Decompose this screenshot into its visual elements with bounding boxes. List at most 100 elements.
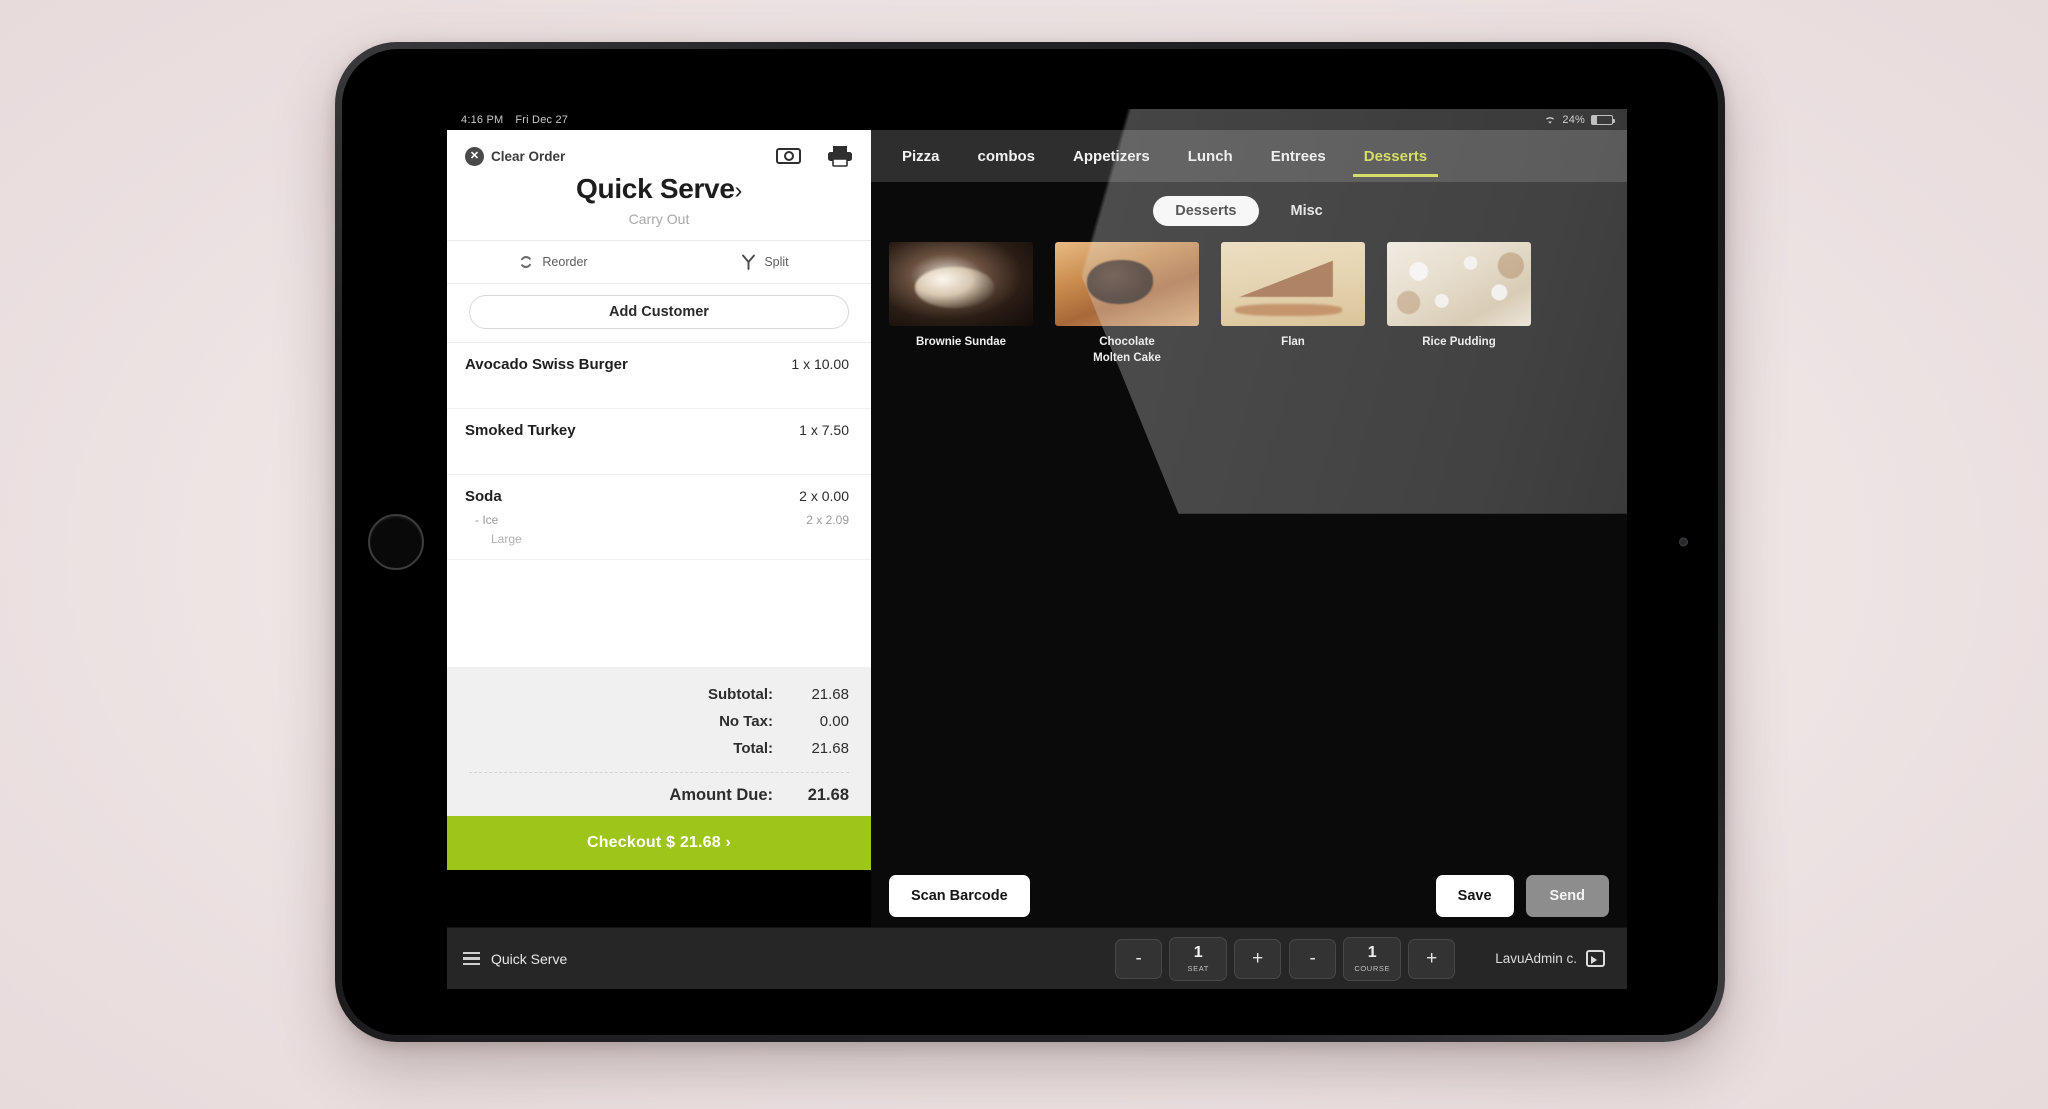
total-value: 21.68: [811, 686, 849, 703]
store-title-text: Quick Serve: [576, 173, 735, 204]
total-value: 21.68: [811, 740, 849, 757]
product-grid: Brownie Sundae Chocolate Molten Cake Flan…: [871, 236, 1627, 366]
amount-due-row: Amount Due: 21.68: [469, 781, 849, 810]
item-modifier: - Ice 2 x 2.09: [465, 513, 849, 527]
total-label: Subtotal:: [708, 686, 773, 703]
save-button[interactable]: Save: [1435, 875, 1514, 917]
amount-due-label: Amount Due:: [669, 786, 773, 804]
product-tile[interactable]: Brownie Sundae: [889, 242, 1033, 366]
clear-order-button[interactable]: ✕ Clear Order: [465, 146, 566, 166]
seat-value[interactable]: 1 SEAT: [1169, 936, 1228, 981]
course-unit: COURSE: [1354, 963, 1391, 973]
subcategory-pills: Desserts Misc: [871, 182, 1627, 236]
product-image: [1387, 242, 1531, 326]
total-label: Total:: [733, 740, 773, 757]
product-name: Flan: [1281, 336, 1305, 348]
item-modifier: Large: [491, 532, 522, 546]
product-image: [1055, 242, 1199, 326]
status-date: Fri Dec 27: [515, 113, 569, 126]
scan-barcode-button[interactable]: Scan Barcode: [889, 875, 1030, 917]
status-time: 4:16 PM: [461, 113, 504, 126]
tablet-bezel: 4:16 PM Fri Dec 27 24% ✕ Clear Order Qui…: [342, 49, 1718, 1035]
item-price: 1 x 10.00: [791, 356, 849, 372]
add-customer-button[interactable]: Add Customer: [469, 295, 849, 329]
checkout-button[interactable]: Checkout $ 21.68 ›: [447, 816, 871, 870]
order-item-row[interactable]: Avocado Swiss Burger 1 x 10.00: [447, 343, 871, 409]
seat-stepper: - 1 SEAT +: [1115, 936, 1282, 981]
seat-unit: SEAT: [1187, 963, 1209, 973]
page-title[interactable]: Quick Serve›: [465, 173, 853, 205]
category-tabs: Pizza combos Appetizers Lunch Entrees De…: [871, 130, 1627, 182]
tab-pizza[interactable]: Pizza: [883, 130, 959, 182]
course-number: 1: [1367, 943, 1377, 961]
order-actions-row: Reorder Split: [447, 240, 871, 284]
seat-decrement-button[interactable]: -: [1115, 938, 1163, 979]
order-type-label: Carry Out: [628, 211, 690, 227]
tablet-screen: 4:16 PM Fri Dec 27 24% ✕ Clear Order Qui…: [447, 109, 1627, 989]
front-camera: [1679, 537, 1688, 547]
split-label: Split: [764, 255, 789, 269]
product-name: Chocolate Molten Cake: [1093, 336, 1161, 364]
hamburger-menu-icon[interactable]: [463, 951, 480, 966]
cash-bill-icon[interactable]: [776, 148, 801, 164]
modifier-price: 2 x 2.09: [806, 513, 849, 527]
tab-lunch[interactable]: Lunch: [1169, 130, 1252, 182]
subcategory-misc[interactable]: Misc: [1269, 196, 1345, 226]
refresh-icon: [518, 254, 534, 270]
product-name: Rice Pudding: [1422, 336, 1496, 348]
tab-combos[interactable]: combos: [959, 130, 1055, 182]
clear-order-label: Clear Order: [491, 148, 566, 164]
printer-icon[interactable]: [827, 145, 853, 167]
chevron-right-icon: ›: [734, 177, 743, 203]
total-label: No Tax:: [719, 713, 773, 730]
course-decrement-button[interactable]: -: [1289, 938, 1337, 979]
product-tile[interactable]: Rice Pudding: [1387, 242, 1531, 366]
menu-area: Pizza combos Appetizers Lunch Entrees De…: [871, 130, 1627, 927]
item-name: Smoked Turkey: [465, 422, 576, 439]
home-button[interactable]: [368, 514, 424, 570]
logout-icon[interactable]: [1586, 950, 1605, 967]
order-item-row[interactable]: Soda 2 x 0.00 - Ice 2 x 2.09 Large: [447, 475, 871, 560]
product-image: [889, 242, 1033, 326]
amount-due-value: 21.68: [807, 786, 849, 804]
reorder-button[interactable]: Reorder: [447, 241, 659, 283]
reorder-label: Reorder: [542, 255, 588, 269]
product-name: Brownie Sundae: [915, 336, 1007, 348]
order-mode-label: Quick Serve: [491, 950, 568, 967]
divider: [469, 772, 849, 773]
order-items-list[interactable]: Avocado Swiss Burger 1 x 10.00 Smoked Tu…: [447, 342, 871, 667]
item-name: Soda: [465, 488, 502, 505]
close-circle-icon: ✕: [465, 146, 484, 166]
steppers: - 1 SEAT + - 1 COURSE +: [1115, 936, 1456, 981]
product-tile[interactable]: Chocolate Molten Cake: [1055, 242, 1199, 366]
bottom-bar: Quick Serve - 1 SEAT + - 1 COURSE + Lavu…: [447, 927, 1627, 989]
total-value: 0.00: [819, 713, 849, 730]
menu-action-bar: Scan Barcode Save Send: [871, 875, 1627, 917]
tab-appetizers[interactable]: Appetizers: [1054, 130, 1169, 182]
total-row: No Tax: 0.00: [469, 708, 849, 735]
tablet-device: 4:16 PM Fri Dec 27 24% ✕ Clear Order Qui…: [335, 42, 1725, 1042]
order-item-row[interactable]: Smoked Turkey 1 x 7.50: [447, 409, 871, 475]
total-row: Subtotal: 21.68: [469, 681, 849, 708]
tab-desserts[interactable]: Desserts: [1345, 130, 1446, 182]
item-price: 2 x 0.00: [799, 488, 849, 504]
ios-status-bar: 4:16 PM Fri Dec 27 24%: [447, 109, 1627, 130]
item-price: 1 x 7.50: [799, 422, 849, 438]
course-value[interactable]: 1 COURSE: [1343, 936, 1402, 981]
total-row: Total: 21.68: [469, 735, 849, 762]
battery-icon: [1591, 114, 1615, 125]
battery-percent: 24%: [1562, 113, 1585, 126]
subcategory-desserts[interactable]: Desserts: [1153, 196, 1259, 226]
product-image: [1221, 242, 1365, 326]
current-user-label: LavuAdmin c.: [1495, 951, 1577, 966]
modifier-name: - Ice: [475, 513, 499, 527]
course-increment-button[interactable]: +: [1408, 938, 1456, 979]
item-name: Avocado Swiss Burger: [465, 356, 628, 373]
course-stepper: - 1 COURSE +: [1289, 936, 1456, 981]
tab-entrees[interactable]: Entrees: [1252, 130, 1345, 182]
send-button[interactable]: Send: [1525, 875, 1609, 917]
split-button[interactable]: Split: [659, 241, 871, 283]
product-tile[interactable]: Flan: [1221, 242, 1365, 366]
seat-increment-button[interactable]: +: [1234, 938, 1282, 979]
order-panel-header: ✕ Clear Order Quick Serve› Carry Out: [447, 130, 871, 240]
